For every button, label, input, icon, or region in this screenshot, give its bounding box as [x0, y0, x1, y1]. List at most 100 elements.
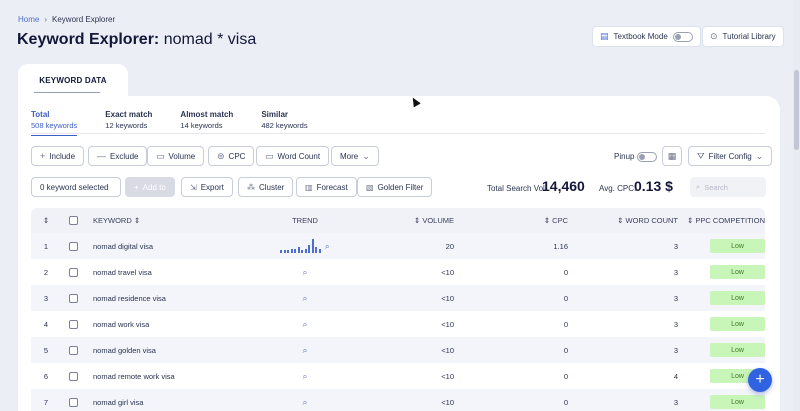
export-icon: ⇲: [190, 182, 197, 192]
chevron-down-icon: ⌄: [362, 150, 370, 161]
tutorial-library-button[interactable]: ⊙ Tutorial Library: [702, 26, 784, 47]
ppc-badge: Low: [710, 265, 765, 279]
search-placeholder: Search: [704, 182, 728, 192]
more-filters-button[interactable]: More ⌄: [331, 146, 379, 166]
sort-icon: ⇕: [617, 216, 624, 225]
cpc-cell: 0: [563, 267, 568, 277]
avg-cpc-label: Avg. CPC:: [599, 184, 637, 193]
keyword-cell[interactable]: nomad digital visa: [85, 242, 255, 251]
sort-icon[interactable]: ⇕: [31, 216, 61, 225]
scrollbar-track[interactable]: [793, 0, 800, 411]
word-count-filter-button[interactable]: ▭ Word Count: [256, 146, 330, 166]
tab-exact-match[interactable]: Exact match 12 keywords: [105, 109, 152, 136]
exclude-button[interactable]: — Exclude: [88, 146, 148, 166]
row-number: 1: [43, 241, 49, 251]
trend-bar: [311, 239, 314, 253]
columns-button[interactable]: ▦: [662, 146, 682, 166]
filter-config-button[interactable]: ⛛ Filter Config ⌄: [688, 146, 773, 166]
tab-similar[interactable]: Similar 482 keywords: [261, 109, 307, 136]
add-fab-button[interactable]: +: [748, 368, 772, 392]
row-checkbox[interactable]: [68, 345, 78, 355]
keyword-cell[interactable]: nomad girl visa: [85, 398, 255, 407]
cpc-label: CPC: [228, 151, 246, 161]
tab-almost-match[interactable]: Almost match 14 keywords: [180, 109, 233, 136]
trend-cell: ⌕: [255, 293, 355, 304]
minus-icon: —: [97, 151, 106, 161]
row-number: 7: [43, 397, 49, 407]
keyword-cell[interactable]: nomad work visa: [85, 320, 255, 329]
tab-total[interactable]: Total 508 keywords: [31, 109, 78, 136]
table-row[interactable]: 4 nomad work visa ⌕ <10 0 3 Low: [31, 311, 765, 337]
textbook-mode-label: Textbook Mode: [613, 32, 668, 41]
forecast-button[interactable]: ▥ Forecast: [296, 177, 357, 197]
book-icon: ▤: [600, 31, 609, 41]
text-icon: ▭: [265, 150, 274, 161]
magnifier-icon[interactable]: ⌕: [302, 345, 307, 356]
table-row[interactable]: 1 nomad digital visa ⌕ 20 1.16 3 Low: [31, 233, 765, 259]
header-volume-label: VOLUME: [422, 216, 454, 225]
header-keyword-label: KEYWORD: [93, 216, 132, 225]
trend-bar: [290, 249, 293, 253]
table-row[interactable]: 3 nomad residence visa ⌕ <10 0 3 Low: [31, 285, 765, 311]
magnifier-icon[interactable]: ⌕: [302, 319, 307, 330]
table-row[interactable]: 5 nomad golden visa ⌕ <10 0 3 Low: [31, 337, 765, 363]
golden-filter-button[interactable]: ▧ Golden Filter: [357, 177, 433, 197]
row-checkbox[interactable]: [68, 319, 78, 329]
keyword-table: ⇕ KEYWORD ⇕ TREND ⇕ VOLUME ⇕ CPC ⇕ WORD …: [31, 208, 765, 411]
export-button[interactable]: ⇲ Export: [181, 177, 233, 197]
coins-icon: ⊜: [217, 150, 225, 161]
table-row[interactable]: 6 nomad remote work visa ⌕ <10 0 4 Low: [31, 363, 765, 389]
volume-cell: <10: [441, 371, 454, 381]
toggle-switch[interactable]: [672, 31, 693, 42]
table-row[interactable]: 7 nomad girl visa ⌕ <10 0 3 Low: [31, 389, 765, 411]
textbook-mode-toggle[interactable]: ▤ Textbook Mode: [592, 26, 701, 47]
keyword-cell[interactable]: nomad travel visa: [85, 268, 255, 277]
volume-icon: ▭: [156, 150, 165, 161]
row-number: 5: [43, 345, 49, 355]
row-checkbox[interactable]: [68, 267, 78, 277]
magnifier-icon[interactable]: ⌕: [325, 241, 330, 252]
avg-cpc-value: 0.13 $: [634, 178, 673, 194]
header-ppc-competition[interactable]: ⇕ PPC COMPETITION: [678, 216, 765, 225]
table-header: ⇕ KEYWORD ⇕ TREND ⇕ VOLUME ⇕ CPC ⇕ WORD …: [31, 208, 765, 233]
exclude-label: Exclude: [110, 151, 139, 161]
magnifier-icon[interactable]: ⌕: [302, 371, 307, 382]
row-checkbox[interactable]: [68, 241, 78, 251]
row-checkbox[interactable]: [68, 397, 78, 407]
header-word-count[interactable]: ⇕ WORD COUNT: [568, 216, 678, 225]
trend-cell: ⌕: [255, 397, 355, 408]
volume-filter-button[interactable]: ▭ Volume: [147, 146, 205, 166]
search-icon: ⌕: [696, 182, 701, 191]
trend-cell: ⌕: [255, 371, 355, 382]
trend-bar: [315, 247, 318, 253]
sort-icon: ⇕: [133, 216, 141, 225]
magnifier-icon[interactable]: ⌕: [302, 267, 307, 278]
divider: [31, 133, 765, 134]
cpc-filter-button[interactable]: ⊜ CPC: [208, 146, 255, 166]
magnifier-icon[interactable]: ⌕: [302, 397, 307, 408]
header-keyword[interactable]: KEYWORD ⇕: [85, 216, 255, 225]
selected-count-label: 0 keyword selected: [40, 182, 109, 192]
scrollbar-thumb[interactable]: [794, 70, 799, 150]
include-button[interactable]: + Include: [31, 146, 85, 166]
golden-filter-label: Golden Filter: [377, 182, 424, 192]
breadcrumb-home-link[interactable]: Home: [18, 15, 39, 24]
select-all-checkbox[interactable]: [68, 216, 78, 225]
header-volume[interactable]: ⇕ VOLUME: [355, 216, 460, 225]
keyword-cell[interactable]: nomad residence visa: [85, 294, 255, 303]
table-row[interactable]: 2 nomad travel visa ⌕ <10 0 3 Low: [31, 259, 765, 285]
search-input[interactable]: ⌕ Search: [690, 177, 766, 197]
chevron-down-icon: ⌄: [755, 150, 764, 161]
tutorial-library-label: Tutorial Library: [722, 32, 776, 41]
magnifier-icon[interactable]: ⌕: [302, 293, 307, 304]
cluster-button[interactable]: ⁂ Cluster: [238, 177, 294, 197]
row-checkbox[interactable]: [68, 293, 78, 303]
ppc-badge: Low: [710, 317, 765, 331]
keyword-cell[interactable]: nomad remote work visa: [85, 372, 255, 381]
breadcrumb: Home › Keyword Explorer: [18, 15, 115, 24]
row-checkbox[interactable]: [68, 371, 78, 381]
header-cpc[interactable]: ⇕ CPC: [460, 216, 568, 225]
add-to-button[interactable]: + Add to: [125, 177, 175, 197]
keyword-cell[interactable]: nomad golden visa: [85, 346, 255, 355]
pinup-toggle[interactable]: [637, 152, 657, 162]
